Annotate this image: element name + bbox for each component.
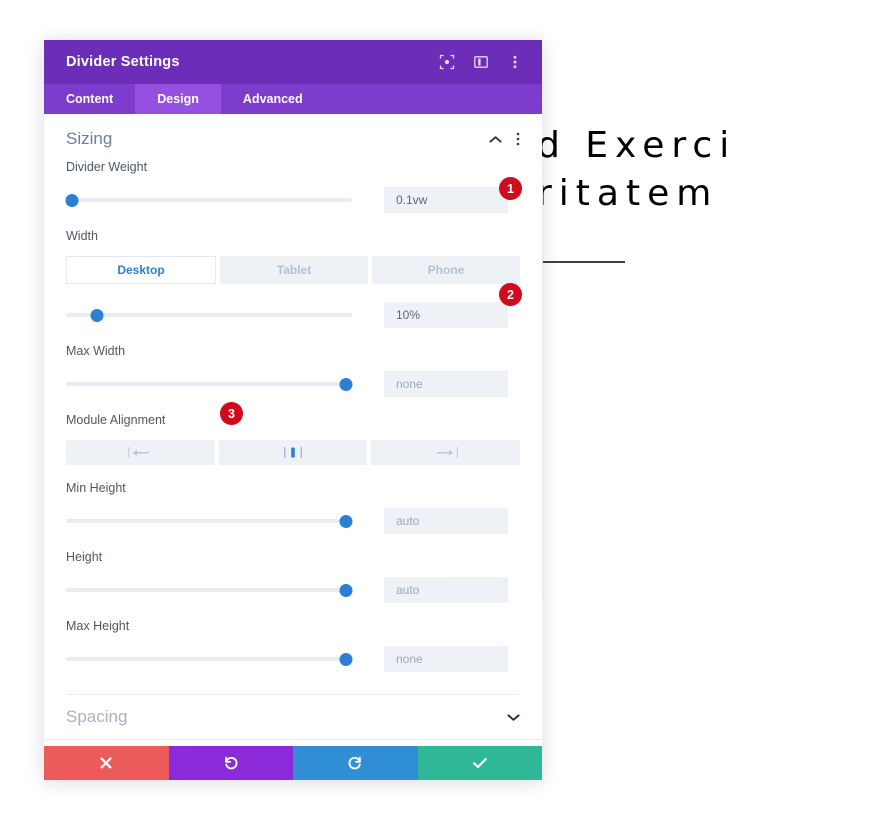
layout-panel-icon[interactable] bbox=[472, 53, 490, 71]
focus-icon[interactable] bbox=[438, 53, 456, 71]
width-row: 10% bbox=[66, 302, 520, 328]
tab-advanced[interactable]: Advanced bbox=[221, 84, 325, 114]
align-center-icon bbox=[284, 447, 302, 458]
max-width-slider[interactable] bbox=[66, 375, 353, 393]
align-left-icon bbox=[128, 447, 150, 458]
max-height-input[interactable]: none bbox=[384, 646, 508, 672]
background-heading-line-2: ritatem bbox=[537, 173, 719, 214]
slider-handle[interactable] bbox=[339, 514, 353, 528]
min-height-slider[interactable] bbox=[66, 512, 353, 530]
height-row: auto bbox=[66, 577, 520, 603]
divider-weight-slider[interactable] bbox=[65, 191, 352, 209]
max-height-slider[interactable] bbox=[66, 650, 353, 668]
width-input[interactable]: 10% bbox=[384, 302, 508, 328]
slider-track bbox=[66, 313, 352, 317]
modal-titlebar: Divider Settings bbox=[44, 40, 542, 84]
divider-weight-row: 0.1vw bbox=[65, 187, 520, 213]
undo-icon bbox=[225, 756, 238, 770]
module-alignment-options bbox=[66, 440, 521, 465]
sizing-section: Sizing Divider Weight 0.1vw Width Deskto… bbox=[44, 114, 542, 695]
screenshot-root: d Exerci ritatem Divider Settings Conten… bbox=[0, 0, 880, 820]
module-alignment-label: Module Alignment bbox=[66, 413, 166, 427]
slider-handle[interactable] bbox=[90, 308, 104, 322]
align-center-button[interactable] bbox=[218, 440, 368, 465]
section-border[interactable]: Border bbox=[44, 740, 542, 746]
step-badge-2: 2 bbox=[499, 283, 522, 306]
height-input[interactable]: auto bbox=[384, 577, 508, 603]
field-min-height: Min Height auto bbox=[66, 481, 520, 534]
slider-handle[interactable] bbox=[339, 583, 353, 597]
check-icon bbox=[472, 758, 487, 769]
field-module-alignment: Module Alignment bbox=[66, 413, 521, 465]
sizing-section-actions bbox=[489, 132, 520, 146]
max-width-input[interactable]: none bbox=[384, 371, 508, 397]
sizing-section-title: Sizing bbox=[66, 129, 113, 148]
divider-weight-input[interactable]: 0.1vw bbox=[384, 187, 508, 213]
field-max-height: Max Height none bbox=[66, 619, 520, 672]
max-width-label: Max Width bbox=[66, 344, 126, 358]
modal-title: Divider Settings bbox=[66, 54, 180, 70]
max-height-label: Max Height bbox=[66, 619, 130, 633]
divider-weight-label: Divider Weight bbox=[66, 160, 148, 174]
step-badge-1: 1 bbox=[499, 177, 522, 200]
step-badge-3: 3 bbox=[220, 402, 243, 425]
section-spacing[interactable]: Spacing bbox=[44, 695, 542, 740]
slider-track bbox=[66, 382, 352, 386]
cancel-button[interactable] bbox=[44, 746, 169, 780]
slider-track bbox=[66, 519, 352, 523]
close-icon bbox=[100, 757, 112, 769]
field-max-width: Max Width none bbox=[66, 344, 520, 397]
more-options-icon[interactable] bbox=[506, 53, 524, 71]
min-height-label: Min Height bbox=[66, 481, 126, 495]
tab-content[interactable]: Content bbox=[44, 84, 135, 114]
width-responsive-tabs: Desktop Tablet Phone bbox=[66, 256, 520, 284]
sizing-section-header[interactable]: Sizing bbox=[66, 114, 520, 160]
field-divider-weight: Divider Weight 0.1vw bbox=[65, 160, 520, 213]
chevron-up-icon[interactable] bbox=[489, 135, 502, 144]
slider-handle[interactable] bbox=[339, 652, 353, 666]
slider-track bbox=[66, 198, 352, 202]
modal-tabs: Content Design Advanced bbox=[44, 84, 542, 114]
modal-footer bbox=[44, 746, 542, 780]
tab-design[interactable]: Design bbox=[135, 84, 221, 114]
sizing-more-options-icon[interactable] bbox=[516, 132, 520, 146]
background-divider-line bbox=[537, 261, 625, 263]
width-label: Width bbox=[66, 229, 98, 243]
slider-handle[interactable] bbox=[339, 377, 353, 391]
min-height-row: auto bbox=[66, 508, 520, 534]
responsive-tab-desktop[interactable]: Desktop bbox=[66, 256, 216, 284]
slider-track bbox=[66, 588, 352, 592]
responsive-tab-phone[interactable]: Phone bbox=[372, 256, 520, 284]
background-heading: d Exerci ritatem bbox=[537, 122, 880, 218]
align-right-button[interactable] bbox=[371, 440, 521, 465]
responsive-tab-tablet[interactable]: Tablet bbox=[220, 256, 368, 284]
field-height: Height auto bbox=[66, 550, 520, 603]
slider-track bbox=[66, 657, 352, 661]
height-slider[interactable] bbox=[66, 581, 353, 599]
redo-button[interactable] bbox=[293, 746, 418, 780]
undo-button[interactable] bbox=[168, 746, 293, 780]
max-height-row: none bbox=[66, 646, 520, 672]
redo-icon bbox=[348, 756, 361, 770]
divider-settings-modal: Divider Settings Content Design Advanced… bbox=[44, 40, 542, 780]
field-width: Width Desktop Tablet Phone 10% bbox=[66, 229, 520, 328]
chevron-down-icon[interactable] bbox=[507, 713, 520, 722]
max-width-row: none bbox=[66, 371, 520, 397]
align-left-button[interactable] bbox=[66, 440, 215, 465]
background-heading-line-1: d Exerci bbox=[537, 125, 737, 166]
height-label: Height bbox=[66, 550, 103, 564]
section-spacing-label: Spacing bbox=[66, 707, 128, 726]
titlebar-actions bbox=[438, 53, 524, 71]
min-height-input[interactable]: auto bbox=[384, 508, 508, 534]
align-right-icon bbox=[436, 447, 458, 458]
width-slider[interactable] bbox=[66, 306, 352, 324]
slider-handle[interactable] bbox=[65, 193, 79, 207]
modal-body: Sizing Divider Weight 0.1vw Width Deskto… bbox=[44, 114, 542, 746]
save-button[interactable] bbox=[417, 746, 542, 780]
